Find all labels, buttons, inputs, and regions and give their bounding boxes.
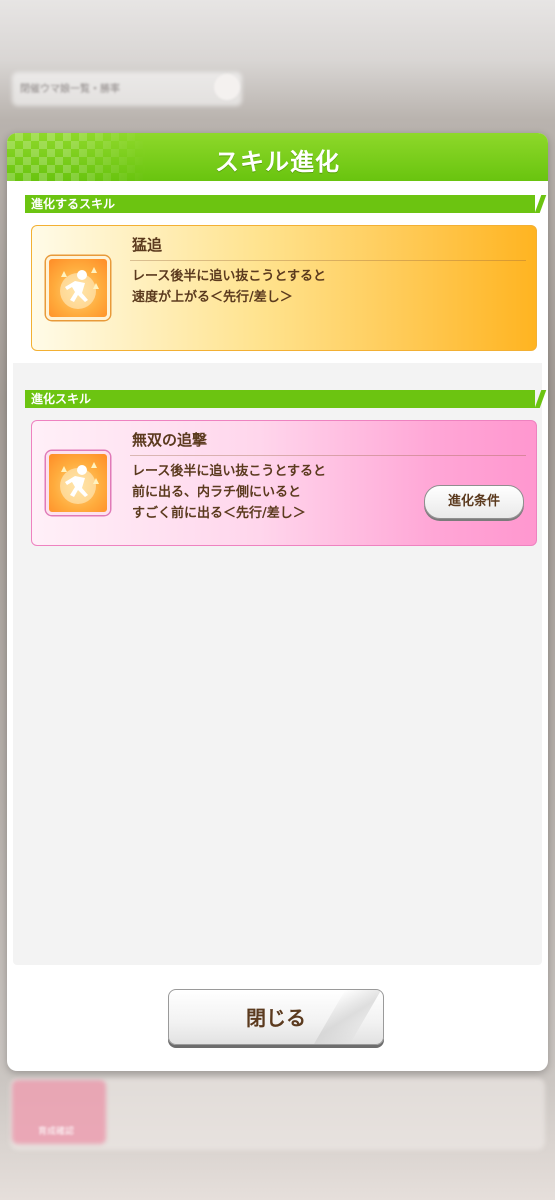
skill-divider-after <box>130 455 526 456</box>
section-label-after: 進化スキル <box>25 390 535 408</box>
close-button-shine <box>312 990 382 1044</box>
skill-evolution-dialog: スキル進化 進化するスキル 猛追 レース後半に追い抜こうとすると 速度が上がる＜… <box>7 133 548 1071</box>
running-figure-icon <box>46 256 110 320</box>
section-label-before: 進化するスキル <box>25 195 535 213</box>
dialog-title: スキル進化 <box>215 148 340 176</box>
skill-description-before: レース後半に追い抜こうとすると 速度が上がる＜先行/差し＞ <box>132 269 326 305</box>
skill-card-before[interactable]: 猛追 レース後半に追い抜こうとすると 速度が上がる＜先行/差し＞ <box>31 225 537 351</box>
evolution-condition-button[interactable]: 進化条件 <box>424 485 524 519</box>
background-top-bar-text: 閉催ウマ娘一覧・勝率 <box>20 84 120 95</box>
skill-divider-before <box>130 260 526 261</box>
background-info-icon <box>214 74 240 100</box>
skill-card-after[interactable]: 無双の追撃 レース後半に追い抜こうとすると 前に出る、内ラチ側にいると すごく前… <box>31 420 537 546</box>
close-button[interactable]: 閉じる <box>168 989 384 1045</box>
running-figure-icon <box>46 451 110 515</box>
dialog-header: スキル進化 <box>7 133 548 181</box>
skill-name-after: 無双の追撃 <box>132 431 208 449</box>
dialog-body[interactable]: 進化するスキル 猛追 レース後半に追い抜こうとすると 速度が上がる＜先行/差し＞… <box>13 185 542 965</box>
background-nav-active-label: 育成確認 <box>38 1127 75 1137</box>
skill-description-after: レース後半に追い抜こうとすると 前に出る、内ラチ側にいると すごく前に出る＜先行… <box>132 464 326 521</box>
close-button-label: 閉じる <box>246 1006 306 1030</box>
skill-name-before: 猛追 <box>132 236 163 254</box>
